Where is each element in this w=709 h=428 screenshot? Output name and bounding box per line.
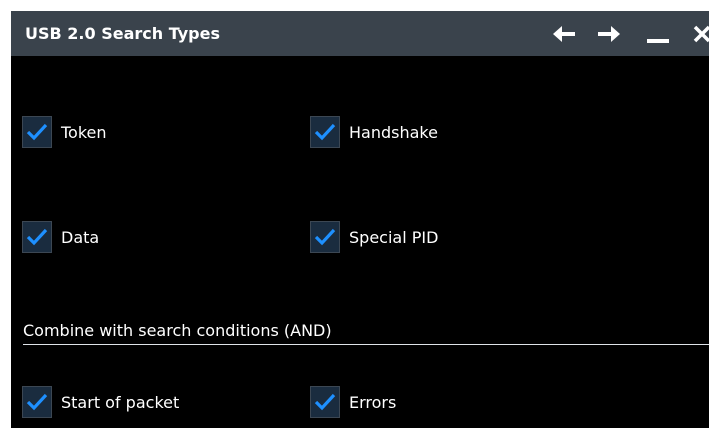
special-pid-checkbox[interactable]: Special PID [310,220,438,254]
checkbox-box[interactable] [22,386,52,418]
back-button[interactable] [549,19,579,49]
handshake-checkbox[interactable]: Handshake [310,115,438,149]
checkmark-icon [26,228,48,246]
minimize-icon [646,22,670,46]
start-of-packet-label: Start of packet [61,392,180,412]
usb-search-types-dialog: USB 2.0 Search Types Token Handshake Dat… [11,11,709,428]
close-button[interactable] [687,19,709,49]
start-of-packet-checkbox[interactable]: Start of packet [22,385,179,419]
checkbox-box[interactable] [310,116,340,148]
checkmark-icon [26,123,48,141]
checkmark-icon [314,393,336,411]
dialog-title: USB 2.0 Search Types [25,24,220,43]
errors-label: Errors [349,392,397,412]
checkmark-icon [314,123,336,141]
combine-heading: Combine with search conditions (AND) [23,321,332,340]
handshake-label: Handshake [349,122,438,142]
data-label: Data [61,227,100,247]
minimize-button[interactable] [643,19,673,49]
arrow-left-icon [551,24,577,44]
arrow-right-icon [596,24,622,44]
errors-checkbox[interactable]: Errors [310,385,396,419]
checkmark-icon [314,228,336,246]
checkbox-box[interactable] [22,221,52,253]
section-divider [23,344,709,345]
checkmark-icon [26,393,48,411]
checkbox-box[interactable] [310,386,340,418]
dialog-titlebar: USB 2.0 Search Types [11,11,709,56]
checkbox-box[interactable] [22,116,52,148]
token-label: Token [61,122,107,142]
data-checkbox[interactable]: Data [22,220,99,254]
token-checkbox[interactable]: Token [22,115,107,149]
close-icon [691,23,709,45]
forward-button[interactable] [594,19,624,49]
checkbox-box[interactable] [310,221,340,253]
special-pid-label: Special PID [349,227,439,247]
